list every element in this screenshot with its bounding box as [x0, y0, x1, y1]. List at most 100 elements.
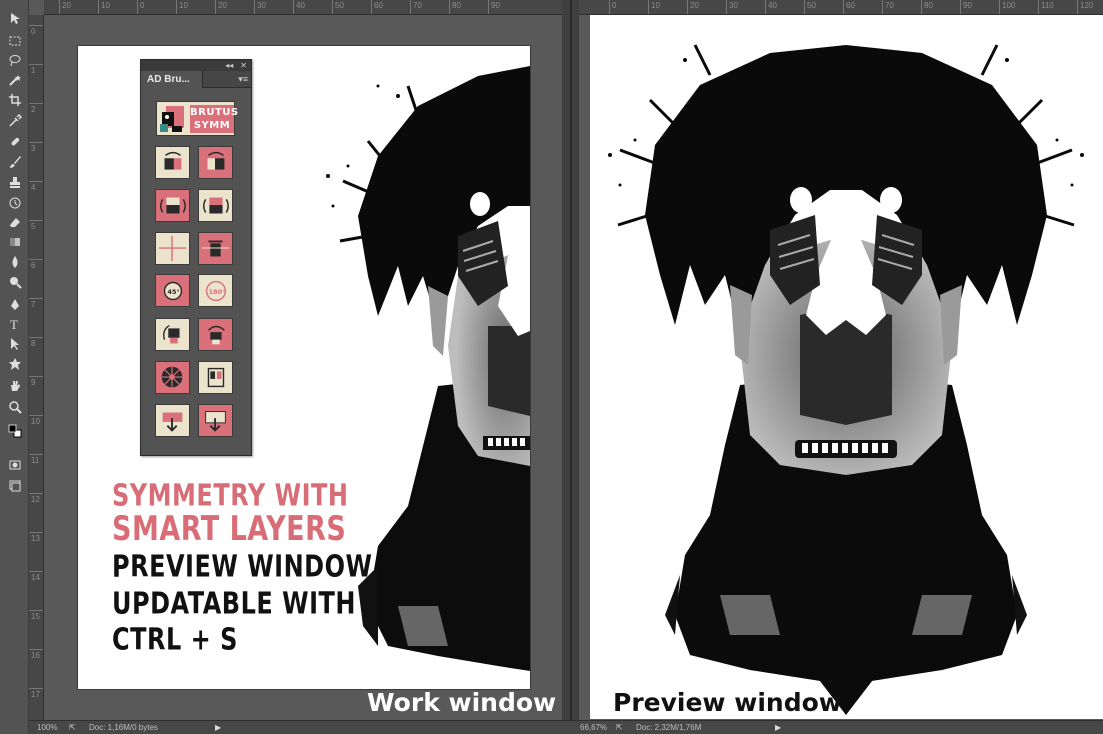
ruler-tick-label: 12 [31, 495, 40, 504]
status-menu-arrow-icon[interactable]: ▶ [215, 723, 221, 732]
ruler-tick-label: 20 [62, 1, 71, 10]
mirror-rl-icon [207, 151, 225, 170]
ruler-tick-label: 80 [924, 1, 933, 10]
tools-panel: T [0, 0, 29, 734]
panel-tab-row: AD Bru... ▾≡ [141, 71, 251, 88]
preview-doc-size: Doc: 2,32M/1,76M [636, 723, 702, 732]
ruler-tick-label: 30 [729, 1, 738, 10]
color-swatches-icon[interactable] [5, 423, 24, 439]
ruler-tick-label: 3 [31, 144, 36, 153]
magic-wand-icon[interactable] [5, 72, 24, 88]
ruler-tick-label: 4 [31, 183, 36, 192]
work-doc-size: Doc: 1,16M/0 bytes [89, 723, 158, 732]
ruler-tick-label: 70 [413, 1, 422, 10]
panel-menu-icon[interactable]: ▾≡ [238, 74, 248, 85]
move-tool-icon[interactable] [5, 10, 24, 26]
add-guides-button[interactable] [155, 232, 190, 265]
export-status-icon[interactable]: ⇱ [616, 723, 632, 732]
screen-mode-icon[interactable] [5, 478, 24, 494]
rotate-symmetry-button[interactable] [155, 318, 190, 351]
close-panel-icon[interactable]: ✕ [240, 61, 247, 70]
ad-brutus-symmetry-panel: ◂◂ ✕ AD Bru... ▾≡ BRUTUS SYMM 45° 180° [140, 59, 252, 456]
lasso-tool-icon[interactable] [5, 52, 24, 68]
ruler-tick-label: 30 [257, 1, 266, 10]
collapse-panel-icon[interactable]: ◂◂ [225, 61, 233, 70]
pen-tool-icon[interactable] [5, 297, 24, 313]
preview-canvas[interactable] [590, 15, 1103, 719]
healing-brush-icon[interactable] [5, 134, 24, 150]
ruler-tick: 60 [843, 0, 855, 14]
ruler-tick: 2 [29, 103, 43, 114]
ruler-tick: 10 [29, 415, 43, 426]
radial-symmetry-button[interactable] [155, 361, 190, 394]
dodge-tool-icon[interactable] [5, 274, 24, 290]
ruler-tick: 13 [29, 532, 43, 543]
ruler-tick-label: 60 [374, 1, 383, 10]
ruler-tick-label: 90 [963, 1, 972, 10]
ruler-tick: 40 [765, 0, 777, 14]
vertical-ruler: 0 1 2 3 4 5 6 7 8 9 10 11 12 13 14 15 16 17 [29, 15, 44, 720]
ruler-tick: 1 [29, 64, 43, 75]
ruler-tick: 90 [488, 0, 500, 14]
ruler-tick-label: 15 [31, 612, 40, 621]
ruler-tick: 15 [29, 610, 43, 621]
ruler-tick-label: 10 [31, 417, 40, 426]
promo-line-3: PREVIEW WINDOW [112, 549, 373, 584]
mirror-bottom-top-button[interactable] [198, 189, 233, 222]
eyedropper-icon[interactable] [5, 113, 24, 129]
rotate-symmetry-alt-button[interactable] [198, 318, 233, 351]
rotate-45-button[interactable]: 45° [155, 274, 190, 307]
mirror-left-right-button[interactable] [155, 146, 190, 179]
brutus-symm-logo: BRUTUS SYMM [156, 101, 238, 136]
ruler-tick: 20 [215, 0, 227, 14]
zoom-tool-icon[interactable] [5, 399, 24, 415]
preview-zoom-level[interactable]: 66,67% [562, 723, 616, 732]
ruler-tick: 20 [687, 0, 699, 14]
ruler-tick-label: 70 [885, 1, 894, 10]
work-zoom-level[interactable]: 100% [29, 723, 69, 732]
export-merged-button[interactable] [155, 404, 190, 437]
rotate-45-icon: 45° [163, 281, 183, 301]
ruler-tick-label: 11 [31, 456, 40, 465]
radial-wheel-icon [161, 366, 183, 388]
ruler-tick: 0 [29, 25, 43, 36]
ruler-tick: 80 [449, 0, 461, 14]
type-tool-icon[interactable]: T [5, 316, 24, 332]
rotate-figure-icon [163, 324, 180, 344]
ruler-tick: 20 [59, 0, 71, 14]
export-status-icon[interactable]: ⇱ [69, 723, 85, 732]
eraser-icon[interactable] [5, 214, 24, 230]
ruler-tick: 120 [1077, 0, 1093, 14]
rotate-180-button[interactable]: 180° [198, 274, 233, 307]
horizontal-ruler: 0102030405060708090100110120130 [579, 0, 1103, 15]
marquee-tool-icon[interactable] [5, 33, 24, 49]
ruler-tick-label: 80 [452, 1, 461, 10]
ruler-tick-label: 8 [31, 339, 36, 348]
mirror-right-left-button[interactable] [198, 146, 233, 179]
shape-tool-icon[interactable] [5, 356, 24, 372]
ruler-tick: 10 [176, 0, 188, 14]
mirror-top-bottom-button[interactable] [155, 189, 190, 222]
history-brush-icon[interactable] [5, 195, 24, 211]
status-menu-arrow-icon[interactable]: ▶ [775, 723, 781, 732]
ruler-tick-label: 0 [140, 1, 145, 10]
clone-stamp-icon[interactable] [5, 174, 24, 190]
brush-tool-icon[interactable] [5, 154, 24, 170]
gradient-tool-icon[interactable] [5, 234, 24, 250]
logo-figure-icon [160, 106, 184, 132]
crop-tool-icon[interactable] [5, 92, 24, 108]
hand-tool-icon[interactable] [5, 378, 24, 394]
path-selection-icon[interactable] [5, 336, 24, 352]
ruler-tick: 14 [29, 571, 43, 582]
ruler-tick-label: 9 [31, 378, 36, 387]
ruler-tick-label: 10 [651, 1, 660, 10]
svg-text:T: T [10, 317, 18, 331]
ruler-tick-label: 0 [612, 1, 617, 10]
preview-window-button[interactable] [198, 361, 233, 394]
blur-tool-icon[interactable] [5, 254, 24, 270]
promo-line-2: SMART LAYERS [112, 510, 347, 549]
quick-mask-icon[interactable] [5, 457, 24, 473]
export-smart-button[interactable] [198, 404, 233, 437]
delete-guides-button[interactable] [198, 232, 233, 265]
panel-tab[interactable]: AD Bru... [141, 71, 203, 88]
